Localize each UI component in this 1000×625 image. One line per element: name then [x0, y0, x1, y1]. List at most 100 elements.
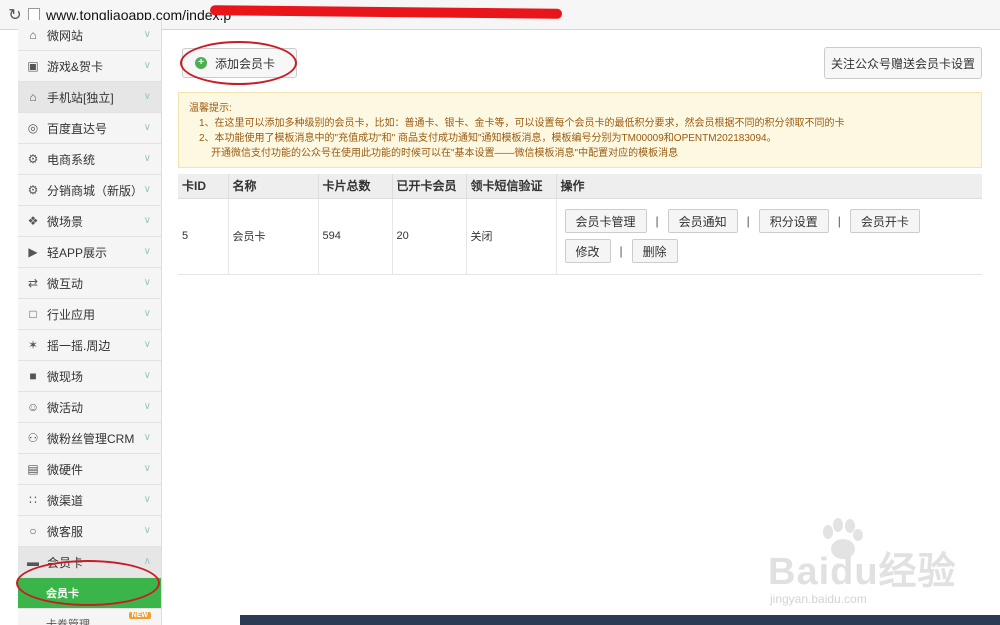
sidebar-item-hardware[interactable]: ▤ 微硬件 ∨	[18, 454, 161, 485]
col-header-opened: 已开卡会员	[392, 174, 467, 199]
sidebar-item-ecommerce[interactable]: ⚙ 电商系统 ∨	[18, 144, 161, 175]
sidebar-item-label: 微网站	[47, 28, 84, 43]
col-header-card-id: 卡ID	[178, 174, 229, 199]
sidebar-item-label: 微现场	[47, 369, 84, 384]
sidebar-item-crm[interactable]: ⚇ 微粉丝管理CRM ∨	[18, 423, 161, 454]
chevron-down-icon: ∨	[143, 153, 151, 164]
video-icon: ▶	[28, 245, 38, 259]
sidebar-item-label: 电商系统	[47, 152, 96, 167]
os-taskbar	[240, 615, 1000, 625]
col-header-sms: 领卡短信验证	[466, 174, 557, 199]
annotation-circle-member-card	[16, 560, 160, 606]
sidebar-item-shake[interactable]: ✶ 摇一摇.周边 ∨	[18, 330, 161, 361]
baidu-icon: ◎	[27, 121, 39, 135]
points-settings-button[interactable]: 积分设置	[758, 209, 829, 233]
home-icon: ⌂	[29, 28, 37, 42]
sidebar-item-label: 微粉丝管理CRM	[47, 431, 135, 446]
sidebar-subitem-label: 卡券管理	[46, 619, 90, 625]
activity-icon: ☺	[26, 400, 40, 414]
redaction-mark	[209, 5, 563, 19]
chevron-down-icon: ∨	[143, 215, 151, 226]
sidebar-subitem-coupon-manage[interactable]: 卡券管理 NEW	[18, 609, 161, 625]
col-header-total: 卡片总数	[318, 174, 393, 199]
chevron-down-icon: ∨	[143, 246, 151, 257]
chevron-down-icon: ∨	[143, 339, 151, 350]
baidu-watermark: Baidu经验 jingyan.baidu.com	[760, 510, 960, 620]
cell-card-id: 5	[178, 198, 229, 275]
member-notice-button[interactable]: 会员通知	[667, 209, 738, 233]
interact-icon: ⇄	[27, 276, 39, 290]
channel-icon: ∷	[29, 493, 37, 507]
delete-button[interactable]: 删除	[631, 239, 678, 263]
sidebar-item-micro-site[interactable]: ⌂ 微网站 ∨	[18, 20, 161, 51]
col-header-actions: 操作	[556, 174, 982, 199]
sidebar-item-label: 轻APP展示	[47, 245, 108, 260]
separator: |	[837, 214, 841, 228]
sidebar-item-games[interactable]: ▣ 游戏&贺卡 ∨	[18, 51, 161, 82]
chevron-down-icon: ∨	[143, 60, 151, 71]
chevron-down-icon: ∨	[143, 91, 151, 102]
chevron-up-icon: ∧	[143, 556, 151, 567]
sidebar-item-baidu[interactable]: ◎ 百度直达号 ∨	[18, 113, 161, 144]
separator: |	[619, 244, 623, 258]
sidebar-item-label: 微硬件	[47, 462, 84, 477]
notice-line: 开通微信支付功能的公众号在使用此功能的时候可以在"基本设置——微信模板消息"中配…	[211, 148, 679, 159]
sidebar-item-distribution-mall[interactable]: ⚙ 分销商城（新版） ∨	[18, 175, 161, 206]
chevron-down-icon: ∨	[143, 29, 151, 40]
sidebar-item-label: 微客服	[47, 524, 84, 539]
chevron-down-icon: ∨	[143, 370, 151, 381]
member-open-card-button[interactable]: 会员开卡	[849, 209, 920, 233]
notice-line: 2、本功能使用了模板消息中的"充值成功"和" 商品支付成功通知"通知模板消息，模…	[199, 133, 777, 144]
edit-button[interactable]: 修改	[564, 239, 611, 263]
chevron-down-icon: ∨	[143, 184, 151, 195]
cell-name: 会员卡	[228, 198, 319, 275]
sidebar-item-micro-activity[interactable]: ☺ 微活动 ∨	[18, 392, 161, 423]
sidebar-item-label: 分销商城（新版）	[47, 183, 144, 198]
notice-line: 1、在这里可以添加多种级别的会员卡，比如：普通卡、银卡、金卡等，可以设置每个会员…	[199, 118, 845, 129]
watermark-text: Baidu经验	[768, 551, 957, 593]
sidebar-item-label: 行业应用	[47, 307, 96, 322]
chevron-down-icon: ∨	[143, 401, 151, 412]
notice-title: 温馨提示:	[189, 103, 232, 114]
cell-total: 594	[318, 198, 393, 275]
watermark-url: jingyan.baidu.com	[770, 592, 867, 606]
separator: |	[655, 214, 659, 228]
sidebar-item-label: 手机站[独立]	[47, 90, 114, 105]
app-icon: □	[29, 307, 37, 321]
chevron-down-icon: ∨	[143, 525, 151, 536]
sidebar-item-label: 微活动	[47, 400, 84, 415]
table-header-row: 卡ID 名称 卡片总数 已开卡会员 领卡短信验证 操作	[178, 174, 982, 199]
chevron-down-icon: ∨	[143, 277, 151, 288]
gamepad-icon: ▣	[27, 59, 39, 73]
sidebar-item-light-app[interactable]: ▶ 轻APP展示 ∨	[18, 237, 161, 268]
sidebar-item-label: 游戏&贺卡	[47, 59, 104, 74]
sidebar-item-label: 百度直达号	[47, 121, 108, 136]
sidebar-item-label: 微渠道	[47, 493, 84, 508]
sidebar-item-channel[interactable]: ∷ 微渠道 ∨	[18, 485, 161, 516]
sidebar-item-micro-interact[interactable]: ⇄ 微互动 ∨	[18, 268, 161, 299]
follow-gift-card-settings-button[interactable]: 关注公众号赠送会员卡设置	[824, 47, 982, 79]
new-badge: NEW	[128, 612, 151, 619]
annotation-circle-add-button	[180, 41, 297, 85]
sidebar: ⌂ 微网站 ∨ ▣ 游戏&贺卡 ∨ ⌂ 手机站[独立] ∨ ◎ 百度直达号 ∨ …	[18, 20, 162, 625]
camera-icon: ■	[29, 369, 37, 383]
sidebar-item-micro-live[interactable]: ■ 微现场 ∨	[18, 361, 161, 392]
gear-icon: ⚙	[27, 152, 39, 166]
chat-icon: ○	[29, 524, 37, 538]
sidebar-item-customer-service[interactable]: ○ 微客服 ∨	[18, 516, 161, 547]
sidebar-item-mobile-site[interactable]: ⌂ 手机站[独立] ∨	[18, 82, 161, 113]
chevron-down-icon: ∨	[143, 122, 151, 133]
member-card-manage-button[interactable]: 会员卡管理	[564, 209, 647, 233]
scene-icon: ❖	[27, 214, 39, 228]
cell-actions: 会员卡管理 | 会员通知 | 积分设置 | 会员开卡 修改 | 删除	[556, 198, 982, 275]
chevron-down-icon: ∨	[143, 432, 151, 443]
users-icon: ⚇	[27, 431, 39, 445]
sidebar-item-label: 摇一摇.周边	[47, 338, 111, 353]
sidebar-item-label: 微互动	[47, 276, 84, 291]
sidebar-item-industry-apps[interactable]: □ 行业应用 ∨	[18, 299, 161, 330]
chevron-down-icon: ∨	[143, 463, 151, 474]
member-card-table: 卡ID 名称 卡片总数 已开卡会员 领卡短信验证 操作 5 会员卡 594 20…	[178, 174, 982, 275]
sidebar-item-label: 微场景	[47, 214, 84, 229]
chevron-down-icon: ∨	[143, 308, 151, 319]
sidebar-item-micro-scene[interactable]: ❖ 微场景 ∨	[18, 206, 161, 237]
